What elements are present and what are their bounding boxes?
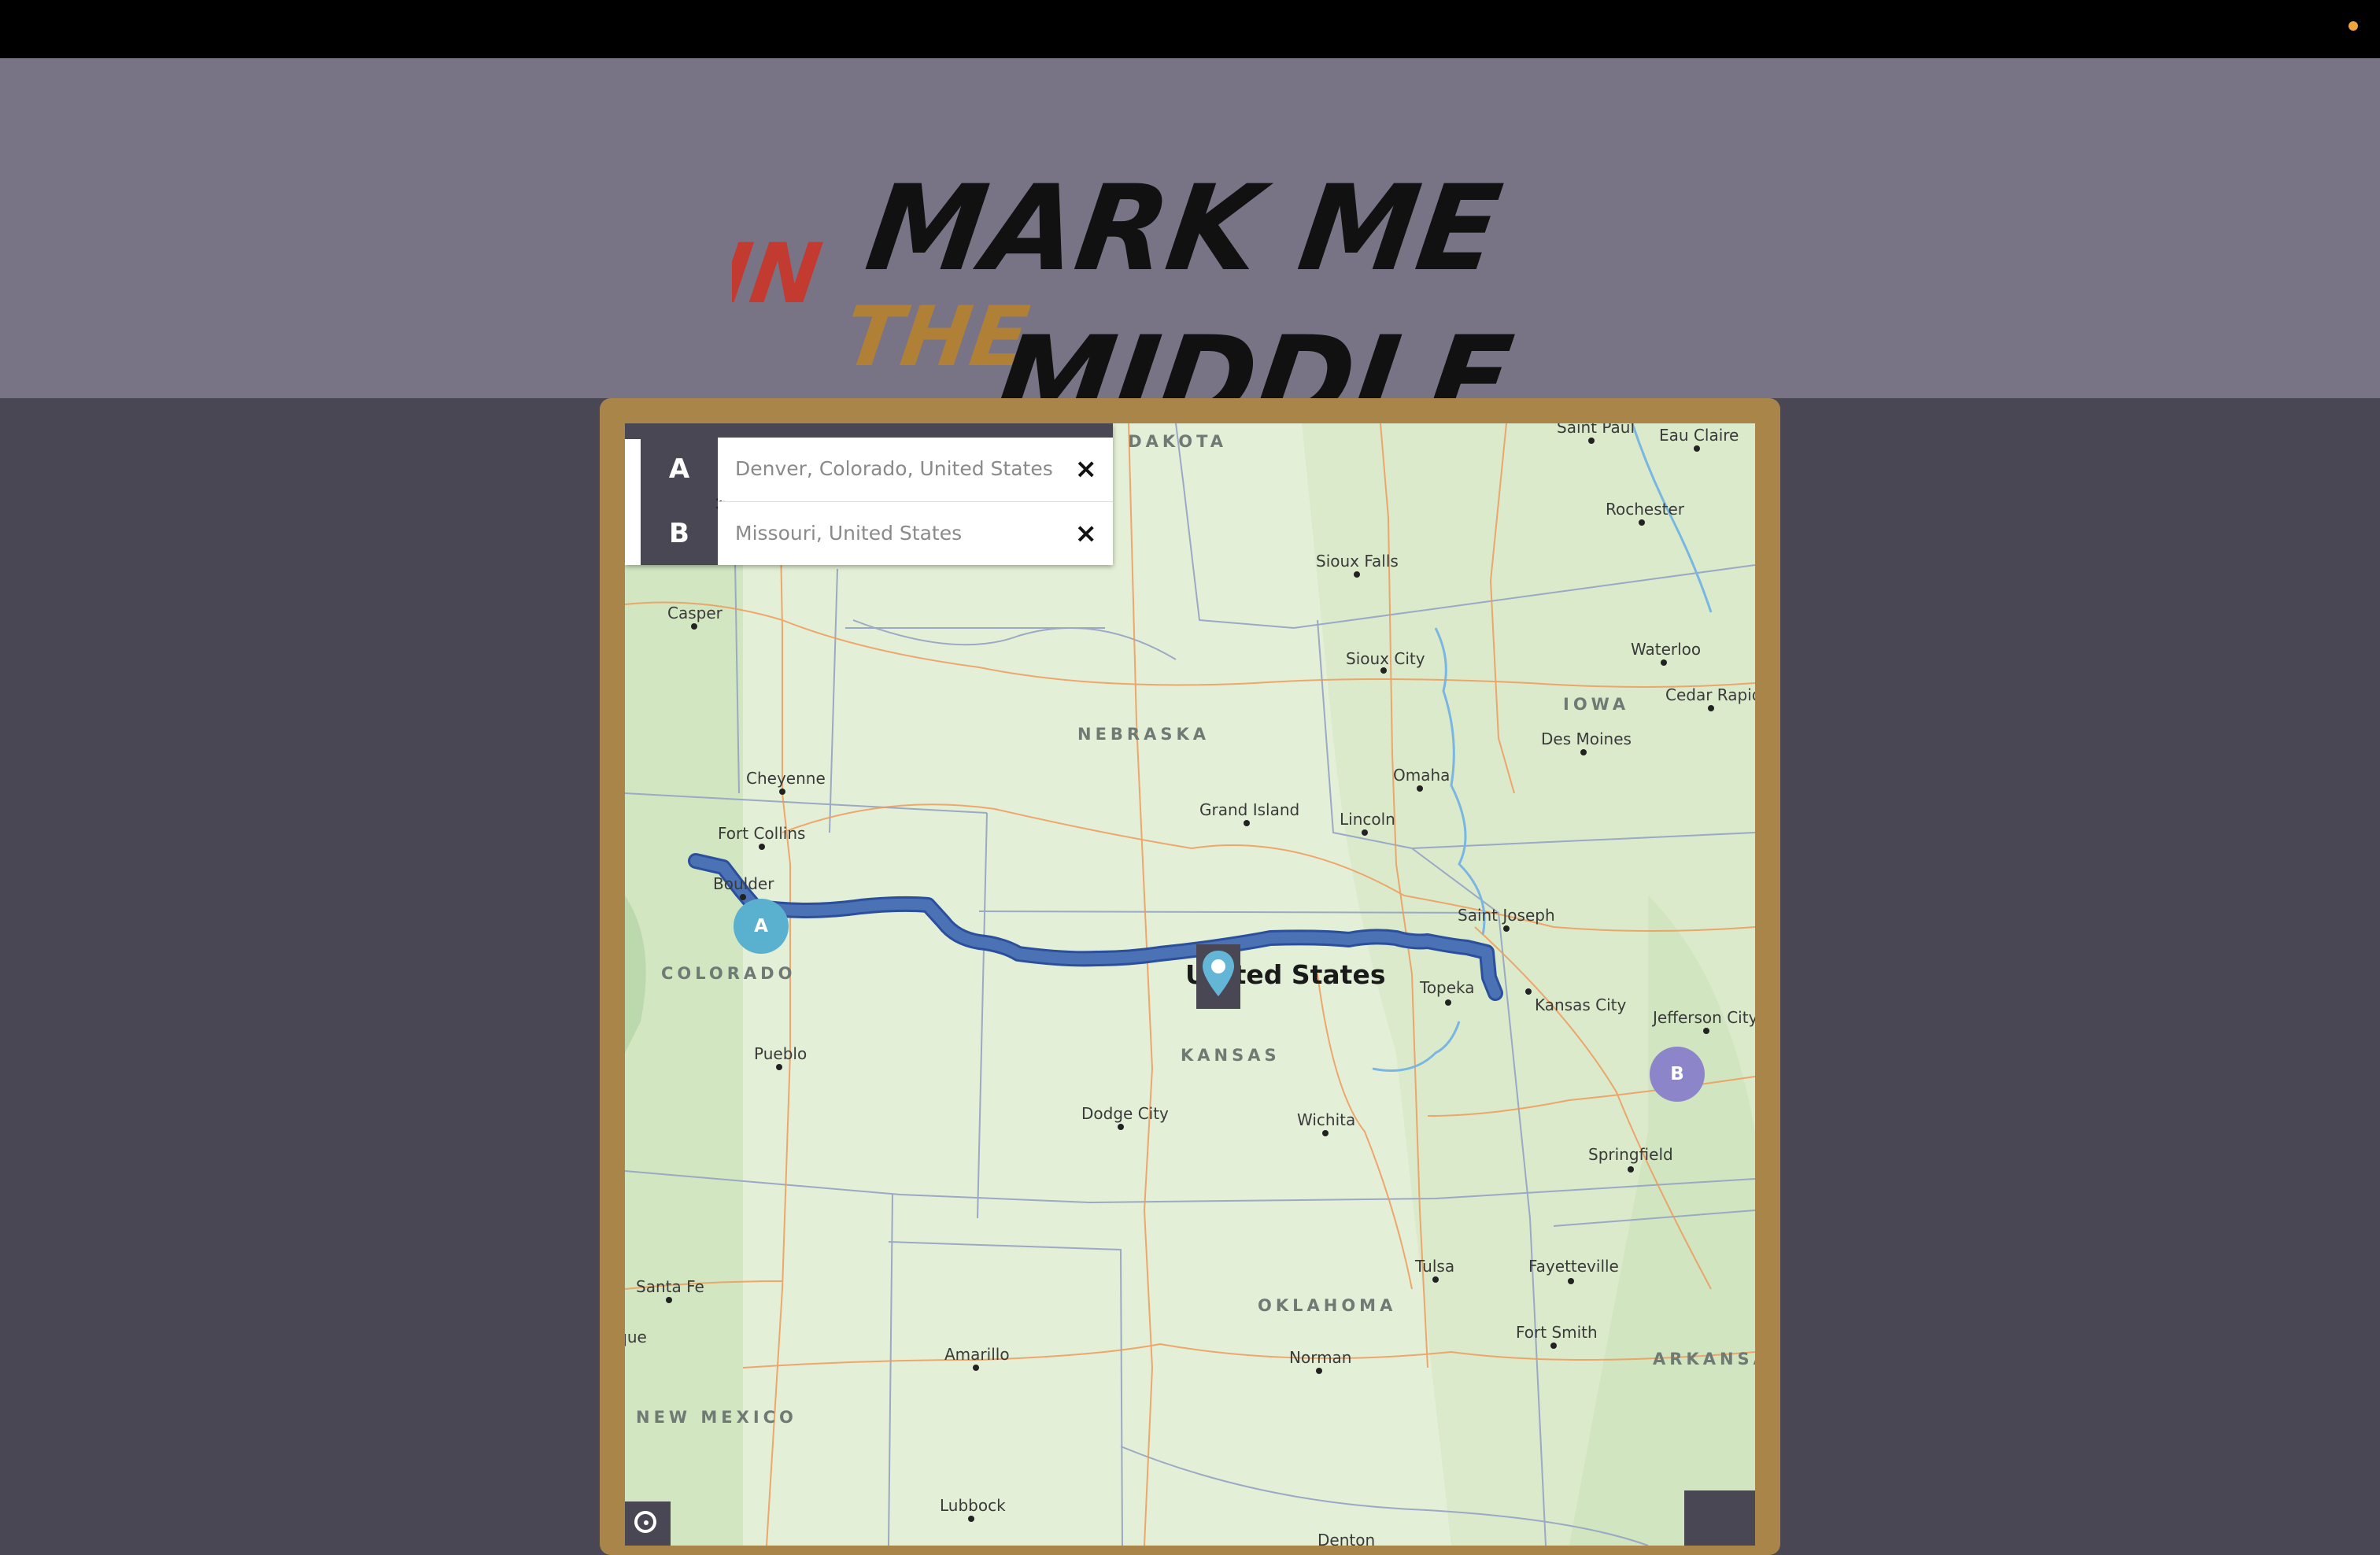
city-label: Boulder <box>713 874 774 893</box>
city-label: Albuquerque <box>625 1328 647 1346</box>
status-dot <box>2349 21 2358 31</box>
city-label: Denton <box>1318 1531 1375 1546</box>
route-end-marker[interactable]: B <box>1650 1047 1705 1102</box>
state-label-arkansas: ARKANSAS <box>1653 1350 1755 1368</box>
state-label-colorado: COLORADO <box>661 964 796 983</box>
logo: IN THE MARK ME MIDDLE <box>732 160 1520 436</box>
route-panel: A B ↕ Denver, Colorado, United States × … <box>625 423 1113 565</box>
city-label: Cheyenne <box>746 769 826 788</box>
state-label-kansas: KANSAS <box>1181 1046 1281 1065</box>
panel-top-strip <box>625 423 1113 439</box>
close-icon[interactable]: × <box>1075 502 1098 565</box>
state-label-iowa: IOWA <box>1563 695 1629 714</box>
origin-input[interactable]: Denver, Colorado, United States <box>735 438 1053 500</box>
city-label: Jefferson City <box>1651 1008 1755 1027</box>
city-label: Tulsa <box>1414 1257 1454 1276</box>
map-pin-icon[interactable] <box>1196 944 1240 1009</box>
city-label: Fort Smith <box>1516 1323 1598 1342</box>
close-icon[interactable]: × <box>1075 438 1098 500</box>
map-canvas[interactable]: SOUTH DAKOTA NEBRASKA IOWA COLORADO KANS… <box>625 423 1755 1546</box>
destination-input[interactable]: Missouri, United States <box>735 502 962 565</box>
city-label: Santa Fe <box>636 1277 704 1296</box>
map[interactable]: SOUTH DAKOTA NEBRASKA IOWA COLORADO KANS… <box>625 423 1755 1546</box>
header: IN THE MARK ME MIDDLE <box>0 58 2380 436</box>
city-label: Saint Joseph <box>1458 906 1555 925</box>
city-label: Sioux Falls <box>1316 552 1399 571</box>
destination-letter: B <box>669 518 689 549</box>
top-bar <box>0 0 2380 58</box>
city-label: Lincoln <box>1340 810 1395 829</box>
city-label: Rochester <box>1606 500 1685 519</box>
logo-word-in: IN <box>732 225 827 321</box>
state-label-nebraska: NEBRASKA <box>1077 725 1210 744</box>
map-corner-control[interactable] <box>1684 1490 1755 1546</box>
city-label: Des Moines <box>1541 729 1632 748</box>
destination-field[interactable]: Missouri, United States × <box>718 502 1113 565</box>
city-label: Eau Claire <box>1659 426 1739 445</box>
city-label: Dodge City <box>1081 1104 1169 1123</box>
route-start-marker[interactable]: A <box>734 899 789 954</box>
city-label: Fort Collins <box>718 824 805 843</box>
city-label: Omaha <box>1393 766 1450 785</box>
city-label: Sioux City <box>1346 649 1425 668</box>
geolocate-icon[interactable] <box>625 1501 671 1546</box>
city-label: Pueblo <box>754 1044 807 1063</box>
city-label: Amarillo <box>944 1345 1010 1364</box>
city-label: Cedar Rapids <box>1665 685 1755 704</box>
city-label: Wichita <box>1297 1110 1355 1129</box>
city-label: Norman <box>1289 1348 1351 1367</box>
city-label: Springfield <box>1588 1145 1673 1164</box>
city-label: Fayetteville <box>1528 1257 1619 1276</box>
city-label: Topeka <box>1419 978 1475 997</box>
city-label: Casper <box>667 604 723 622</box>
state-label-oklahoma: OKLAHOMA <box>1258 1296 1396 1315</box>
origin-letter: A <box>668 453 690 485</box>
origin-field[interactable]: Denver, Colorado, United States × <box>718 438 1113 500</box>
logo-word-markme: MARK ME <box>859 160 1509 297</box>
city-label: Waterloo <box>1631 640 1701 659</box>
city-label: Lubbock <box>940 1496 1006 1515</box>
state-label-new-mexico: NEW MEXICO <box>636 1408 797 1427</box>
city-label: Grand Island <box>1199 800 1299 819</box>
city-label: Saint Paul <box>1557 423 1635 437</box>
city-label: Kansas City <box>1535 995 1627 1014</box>
